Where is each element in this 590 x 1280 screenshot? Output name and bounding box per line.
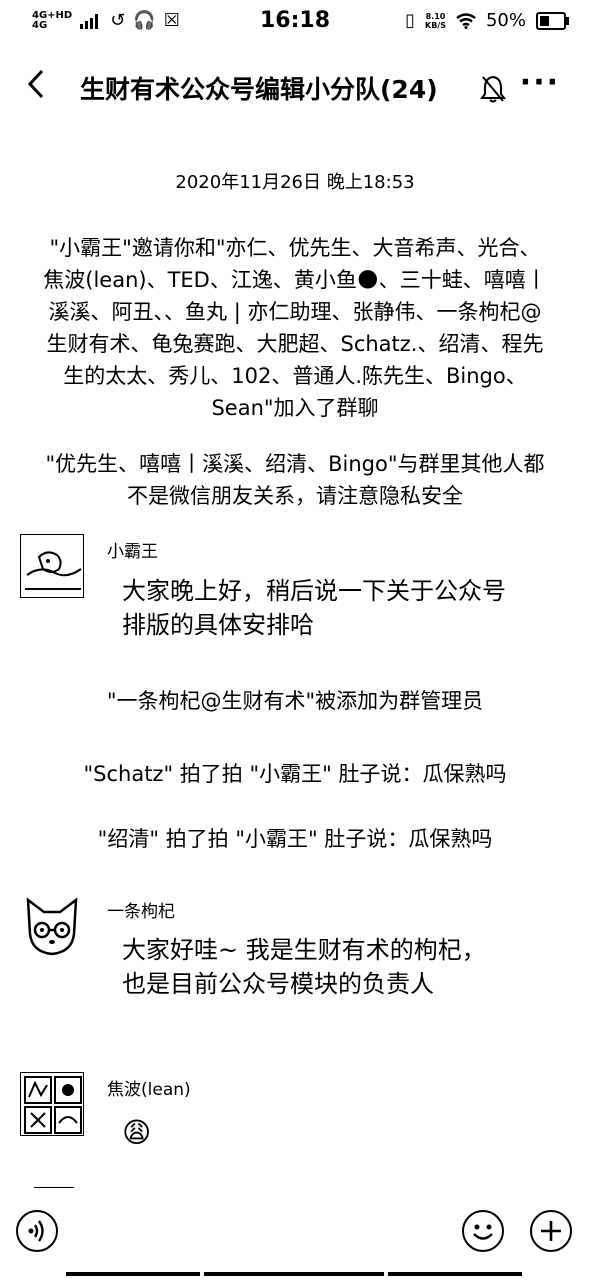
- net-speed: 8.10 KB/S: [425, 12, 446, 30]
- chat-timestamp: 2020年11月26日 晚上18:53: [175, 172, 415, 193]
- chevron-left-icon: [27, 69, 44, 99]
- battery-fill: [540, 15, 549, 26]
- system-message-pat: "绍清" 拍了拍 "小霸王" 肚子说：瓜保熟吗: [97, 827, 493, 851]
- battery-icon: [536, 11, 569, 30]
- status-right: ▯ 8.10 KB/S 50%: [405, 10, 569, 31]
- avatar[interactable]: [20, 894, 84, 958]
- wifi-icon: [456, 12, 476, 29]
- net-speed-unit: KB/S: [425, 20, 446, 30]
- emoji-icon: [473, 1224, 493, 1240]
- back-button[interactable]: [22, 66, 58, 110]
- system-message-privacy: "优先生、嘻嘻丨溪溪、绍清、Bingo"与群里其他人都不是微信朋友关系，请注意隐…: [45, 452, 545, 508]
- vibrate-icon: ▯: [405, 10, 415, 31]
- voice-button[interactable]: [16, 1210, 58, 1252]
- system-message-invite: "小霸王"邀请你和"亦仁、优先生、大音希声、光合、焦波(lean)、TED、江逸…: [43, 236, 547, 420]
- system-message-pat: "Schatz" 拍了拍 "小霸王" 肚子说：瓜保熟吗: [83, 762, 507, 786]
- message-emoji[interactable]: 😩: [122, 1116, 512, 1150]
- nav-indicator: [388, 1272, 522, 1276]
- more-button[interactable]: ···: [520, 68, 560, 98]
- message-text[interactable]: 大家好哇~ 我是生财有术的枸杞，也是目前公众号模块的负责人: [122, 933, 502, 1001]
- input-bar: [0, 1206, 590, 1262]
- nav-indicator: [66, 1272, 200, 1276]
- status-bar: 4G+HD 4G ↺ 🎧 ☒ 16:18 ▯ 8.10 KB/S 50%: [0, 0, 590, 44]
- divider: [34, 1187, 74, 1188]
- nav-indicator: [204, 1272, 384, 1276]
- plus-button[interactable]: [530, 1210, 572, 1252]
- plus-icon: [541, 1221, 561, 1241]
- dog-avatar-picture: [26, 897, 78, 956]
- system-message-admin: "一条枸杞@生财有术"被添加为群管理员: [106, 689, 484, 713]
- collage-avatar-picture: [21, 1073, 83, 1135]
- message-text[interactable]: 大家晚上好，稍后说一下关于公众号排版的具体安排哈: [122, 574, 512, 642]
- emoji-button[interactable]: [462, 1210, 504, 1252]
- battery-percent: 50%: [485, 10, 526, 31]
- avatar[interactable]: [20, 1072, 84, 1136]
- chat-title: 生财有术公众号编辑小分队(24): [80, 75, 438, 104]
- net-speed-value: 8.10: [425, 11, 446, 21]
- sender-name: 小霸王: [107, 542, 158, 562]
- bell-muted-icon: [480, 75, 506, 103]
- voice-icon: [28, 1220, 44, 1242]
- avatar-picture: [21, 535, 83, 597]
- sender-name: 焦波(lean): [107, 1080, 191, 1100]
- sender-name: 一条枸杞: [107, 902, 175, 922]
- avatar[interactable]: [20, 534, 84, 598]
- chat-header: 生财有术公众号编辑小分队(24) ···: [0, 60, 590, 116]
